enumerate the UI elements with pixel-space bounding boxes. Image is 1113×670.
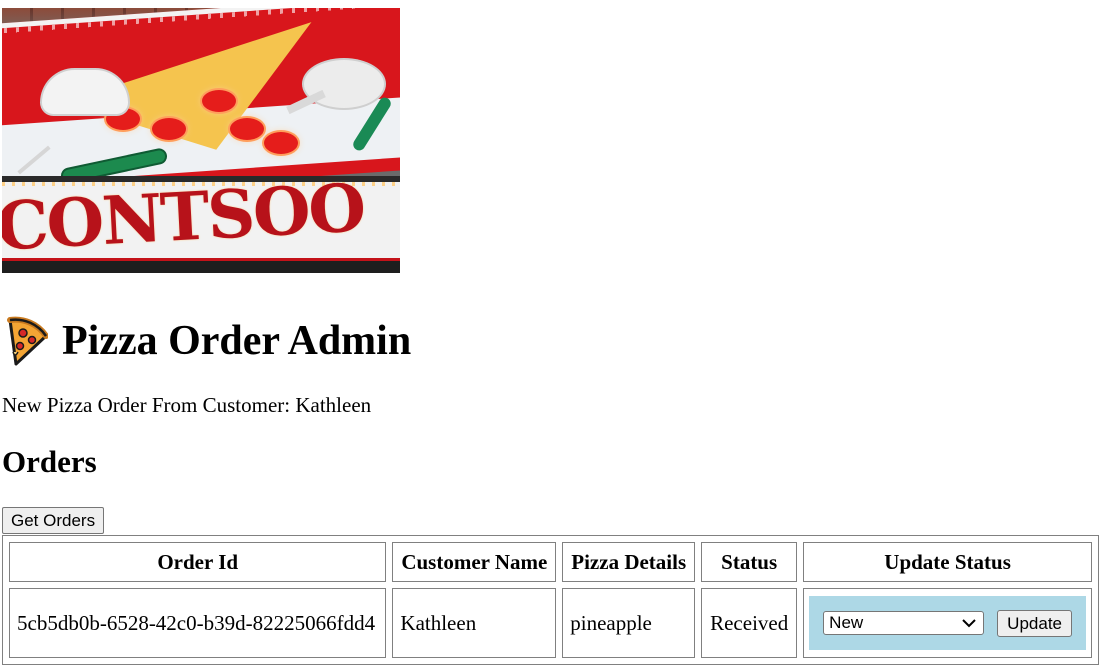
page-title: Pizza Order Admin bbox=[62, 318, 412, 364]
column-header-customer-name: Customer Name bbox=[392, 542, 557, 582]
banner-image: CONTSOO bbox=[2, 8, 400, 273]
pizza-details-cell: pineapple bbox=[562, 588, 696, 658]
column-header-update-status: Update Status bbox=[803, 542, 1092, 582]
table-row: 5cb5db0b-6528-42c0-b39d-82225066fdd4 Kat… bbox=[9, 588, 1092, 658]
update-status-panel: New Update bbox=[809, 596, 1086, 650]
update-button[interactable]: Update bbox=[997, 609, 1072, 637]
orders-heading: Orders bbox=[2, 444, 97, 479]
status-select-value: New bbox=[829, 613, 864, 632]
page-header: Pizza Order Admin bbox=[2, 314, 411, 368]
pepperoni bbox=[202, 90, 236, 112]
order-id-cell: 5cb5db0b-6528-42c0-b39d-82225066fdd4 bbox=[9, 588, 387, 658]
status-select[interactable]: New bbox=[823, 611, 985, 635]
column-header-order-id: Order Id bbox=[9, 542, 387, 582]
sign-lettering: CONTSOO bbox=[2, 168, 366, 266]
pepperoni bbox=[152, 118, 186, 140]
orders-table: Order Id Customer Name Pizza Details Sta… bbox=[2, 535, 1099, 665]
column-header-pizza-details: Pizza Details bbox=[562, 542, 696, 582]
pepperoni bbox=[264, 132, 298, 154]
page: CONTSOO Pizza Order Admin New Pizza Orde… bbox=[0, 0, 1113, 670]
table-header-row: Order Id Customer Name Pizza Details Sta… bbox=[9, 542, 1092, 582]
pizza-icon bbox=[7, 316, 48, 366]
pepperoni bbox=[230, 118, 264, 140]
get-orders-button[interactable]: Get Orders bbox=[2, 507, 105, 534]
sign-bottom-strip bbox=[2, 258, 400, 273]
status-cell: Received bbox=[701, 588, 798, 658]
chef-hat-graphic bbox=[42, 70, 128, 114]
chevron-down-icon bbox=[962, 619, 976, 628]
customer-name-cell: Kathleen bbox=[392, 588, 557, 658]
update-status-cell: New Update bbox=[803, 588, 1092, 658]
new-order-notification: New Pizza Order From Customer: Kathleen bbox=[2, 393, 372, 417]
column-header-status: Status bbox=[701, 542, 798, 582]
